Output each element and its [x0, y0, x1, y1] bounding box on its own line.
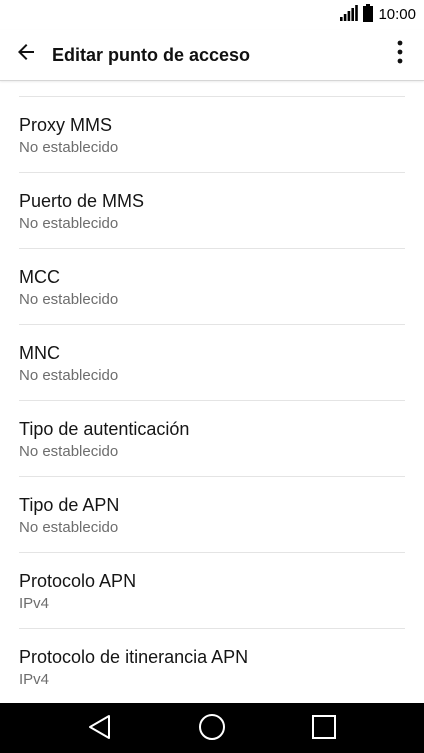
item-title: Protocolo APN	[19, 571, 137, 591]
item-value: No establecido	[19, 367, 119, 384]
list-item-apn-protocol[interactable]: Protocolo APN IPv4	[19, 553, 405, 629]
item-value: No establecido	[19, 139, 119, 156]
page-title: Editar punto de acceso	[52, 45, 251, 65]
home-circle-icon	[198, 713, 226, 746]
arrow-back-icon	[14, 40, 38, 69]
list-item-proxy-mms[interactable]: Proxy MMS No establecido	[19, 97, 405, 173]
list-item-auth-type[interactable]: Tipo de autenticación No establecido	[19, 401, 405, 477]
app-bar: Editar punto de acceso	[0, 30, 424, 81]
settings-list: Proxy MMS No establecido Puerto de MMS N…	[0, 97, 424, 703]
signal-icon	[340, 4, 359, 26]
nav-home-button[interactable]	[196, 713, 228, 745]
list-item-mcc[interactable]: MCC No establecido	[19, 249, 405, 325]
item-value: No establecido	[19, 291, 119, 308]
recents-square-icon	[311, 714, 337, 745]
list-item-apn-type[interactable]: Tipo de APN No establecido	[19, 477, 405, 553]
back-triangle-icon	[87, 714, 113, 745]
item-value: IPv4	[19, 595, 50, 612]
item-title: Puerto de MMS	[19, 191, 145, 211]
list-item-apn-roaming-protocol[interactable]: Protocolo de itinerancia APN IPv4	[19, 629, 405, 703]
item-title: Tipo de APN	[19, 495, 120, 515]
status-bar: 10:00	[0, 0, 424, 30]
status-icons: 10:00	[340, 3, 416, 27]
navigation-bar	[0, 703, 424, 753]
nav-recents-button[interactable]	[308, 713, 340, 745]
status-time: 10:00	[378, 6, 416, 23]
nav-back-button[interactable]	[84, 713, 116, 745]
item-value: No establecido	[19, 215, 119, 232]
list-item-mnc[interactable]: MNC No establecido	[19, 325, 405, 401]
item-title: MCC	[19, 267, 60, 287]
item-value: No establecido	[19, 519, 119, 536]
settings-list-container[interactable]: Proxy MMS No establecido Puerto de MMS N…	[0, 81, 424, 703]
more-options-button[interactable]	[388, 38, 412, 70]
more-vert-icon	[397, 40, 403, 69]
item-title: MNC	[19, 343, 60, 363]
item-title: Tipo de autenticación	[19, 419, 190, 439]
battery-icon	[363, 3, 374, 27]
back-button[interactable]	[10, 38, 42, 70]
item-title: Protocolo de itinerancia APN	[19, 647, 249, 667]
list-item-mms-port[interactable]: Puerto de MMS No establecido	[19, 173, 405, 249]
item-value: IPv4	[19, 671, 50, 688]
item-title: Proxy MMS	[19, 115, 113, 135]
item-value: No establecido	[19, 443, 119, 460]
